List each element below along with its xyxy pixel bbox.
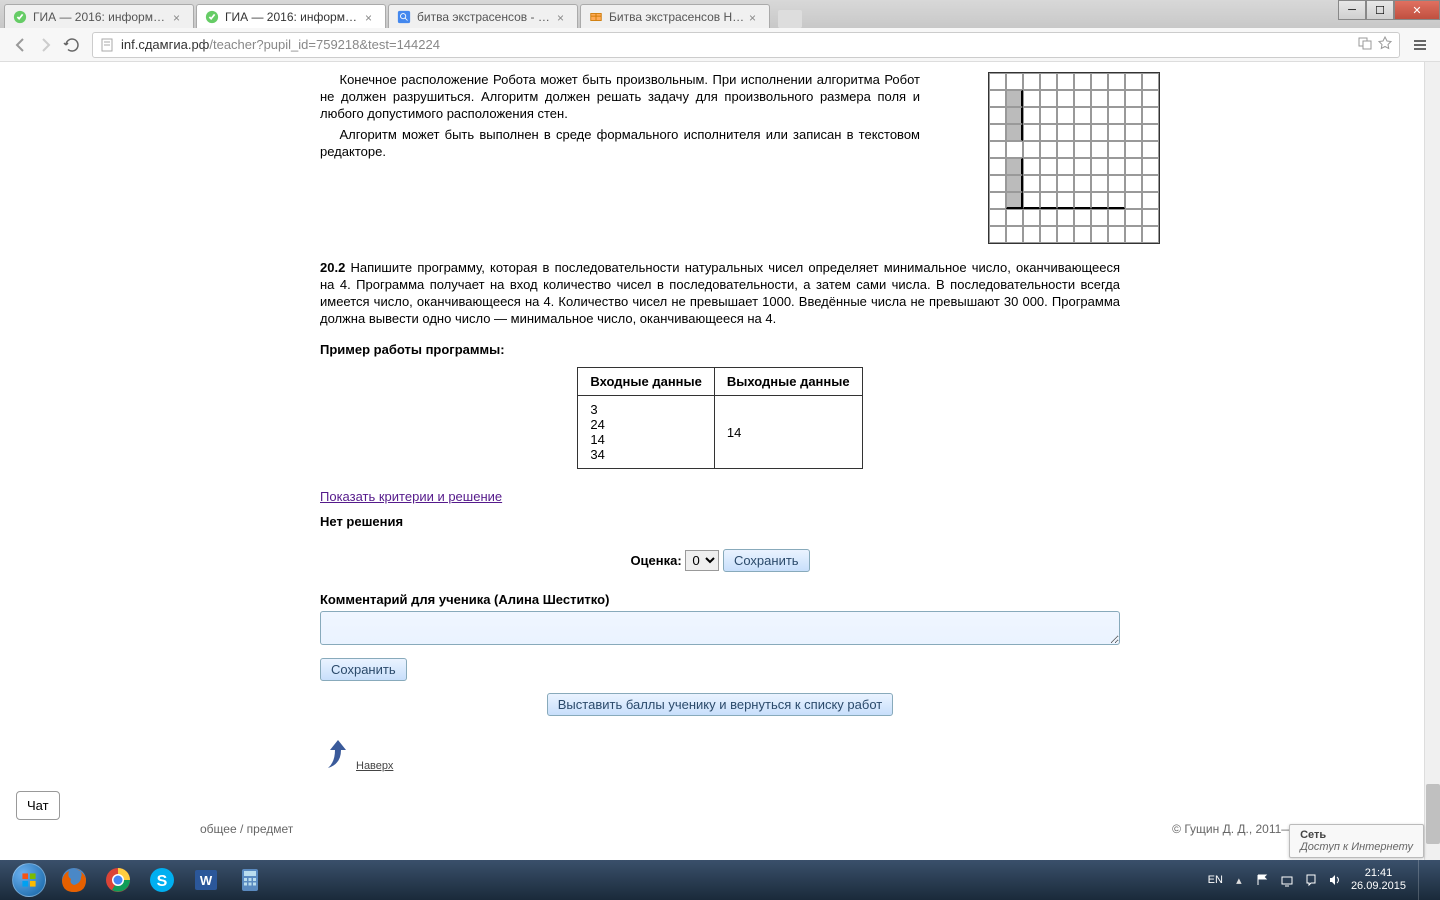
close-icon[interactable]: × [749, 11, 761, 23]
browser-tab-1[interactable]: ГИА — 2016: информати × [4, 4, 194, 28]
svg-text:W: W [200, 873, 213, 888]
tab-title: Битва экстрасенсов Нов [609, 10, 745, 24]
skype-icon[interactable]: S [141, 863, 183, 897]
clock-date: 26.09.2015 [1351, 880, 1406, 893]
calculator-icon[interactable] [229, 863, 271, 897]
footer-general-link[interactable]: общее [200, 822, 237, 836]
submit-row: Выставить баллы ученику и вернуться к сп… [320, 693, 1120, 716]
footer-subject-link[interactable]: предмет [247, 822, 294, 836]
tab-title: ГИА — 2016: информати [33, 10, 169, 24]
browser-tab-4[interactable]: Битва экстрасенсов Нов × [580, 4, 770, 28]
table-icon [589, 10, 603, 24]
show-desktop-button[interactable] [1418, 860, 1428, 900]
top-link-text[interactable]: Наверх [356, 760, 393, 772]
network-title: Сеть [1300, 829, 1413, 841]
flag-icon[interactable] [1255, 872, 1271, 888]
url-actions [1357, 35, 1393, 54]
tab-title: битва экстрасенсов - 235 [417, 10, 553, 24]
to-top-link[interactable]: Наверх [320, 736, 1120, 772]
up-arrow-icon [320, 736, 356, 772]
close-icon[interactable]: × [173, 11, 185, 23]
example-header-out: Выходные данные [714, 368, 862, 396]
checkmark-icon [13, 10, 27, 24]
word-icon[interactable]: W [185, 863, 227, 897]
criteria-link-row: Показать критерии и решение [320, 489, 1120, 504]
network-text: Доступ к Интернету [1300, 841, 1413, 853]
system-tray: EN ▴ 21:41 26.09.2015 [1208, 860, 1434, 900]
star-icon[interactable] [1377, 35, 1393, 54]
back-button[interactable] [8, 33, 32, 57]
score-label: Оценка: [630, 553, 681, 568]
browser-tabs-bar: ГИА — 2016: информати × ГИА — 2016: инфо… [0, 0, 1440, 28]
comment-textarea[interactable] [320, 611, 1120, 645]
windows-logo-icon [12, 863, 46, 897]
save-comment-row: Сохранить [320, 658, 1120, 681]
task-20-2: 20.2 На­пи­ши­те про­грам­му, которая в … [320, 260, 1120, 328]
task-paragraph-1: Конечное расположение Робота может быть … [320, 72, 920, 123]
page-icon [99, 37, 115, 53]
task-number: 20.2 [320, 260, 345, 275]
action-center-icon[interactable] [1303, 872, 1319, 888]
taskbar: S W EN ▴ 21:41 26.09.2015 [0, 860, 1440, 900]
scrollbar-thumb[interactable] [1426, 784, 1440, 844]
browser-nav-bar: inf.сдамгиа.рф/teacher?pupil_id=759218&t… [0, 28, 1440, 62]
browser-tab-3[interactable]: битва экстрасенсов - 235 × [388, 4, 578, 28]
task-paragraph-2: Алгоритм может быть выполнен в среде фор… [320, 127, 920, 161]
close-icon[interactable]: × [365, 11, 377, 23]
language-indicator[interactable]: EN [1208, 874, 1223, 886]
translate-icon[interactable] [1357, 35, 1373, 54]
score-row: Оценка: 0 Сохранить [320, 549, 1120, 572]
no-solution-label: Нет решения [320, 514, 1120, 529]
url-bar[interactable]: inf.сдамгиа.рф/teacher?pupil_id=759218&t… [92, 32, 1400, 58]
tab-title: ГИА — 2016: информати [225, 10, 361, 24]
window-controls: ─ ☐ ✕ [1338, 0, 1440, 20]
chat-button[interactable]: Чат [16, 791, 60, 820]
checkmark-icon [205, 10, 219, 24]
show-criteria-link[interactable]: Показать критерии и решение [320, 489, 502, 504]
robot-grid [988, 72, 1160, 244]
menu-button[interactable] [1408, 33, 1432, 57]
firefox-icon[interactable] [53, 863, 95, 897]
scrollbar[interactable] [1424, 62, 1440, 860]
window-close-button[interactable]: ✕ [1394, 0, 1440, 20]
browser-tab-2[interactable]: ГИА — 2016: информати × [196, 4, 386, 28]
footer-left: общее / предмет [200, 822, 293, 836]
example-output-cell: 14 [714, 396, 862, 469]
start-button[interactable] [6, 861, 52, 899]
submit-scores-button[interactable]: Выставить баллы ученику и вернуться к сп… [547, 693, 893, 716]
maximize-button[interactable]: ☐ [1366, 0, 1394, 20]
network-popup: Сеть Доступ к Интернету [1289, 824, 1424, 858]
minimize-button[interactable]: ─ [1338, 0, 1366, 20]
reload-button[interactable] [60, 33, 84, 57]
volume-icon[interactable] [1327, 872, 1343, 888]
content: Конечное расположение Робота может быть … [320, 62, 1120, 812]
close-icon[interactable]: × [557, 11, 569, 23]
example-table: Входные данные Выходные данные 3241434 1… [577, 367, 862, 469]
page-body: Конечное расположение Робота может быть … [0, 62, 1440, 860]
page-footer: общее / предмет © Гущин Д. Д., 2011—2015 [0, 812, 1440, 846]
task-202-text: На­пи­ши­те про­грам­му, которая в после… [320, 260, 1120, 326]
save-comment-button[interactable]: Сохранить [320, 658, 407, 681]
network-icon[interactable] [1279, 872, 1295, 888]
clock[interactable]: 21:41 26.09.2015 [1351, 867, 1406, 893]
comment-label: Комментарий для ученика (Алина Шеститко) [320, 592, 1120, 607]
score-select[interactable]: 0 [685, 550, 719, 571]
url-text: inf.сдамгиа.рф/teacher?pupil_id=759218&t… [121, 37, 1357, 52]
search-icon [397, 10, 411, 24]
save-score-button[interactable]: Сохранить [723, 549, 810, 572]
example-header-in: Входные данные [578, 368, 714, 396]
svg-text:S: S [157, 873, 168, 890]
forward-button[interactable] [34, 33, 58, 57]
clock-time: 21:41 [1351, 867, 1406, 880]
chrome-icon[interactable] [97, 863, 139, 897]
example-input-cell: 3241434 [578, 396, 714, 469]
new-tab-button[interactable] [778, 10, 802, 28]
example-title: Пример работы программы: [320, 342, 1120, 357]
tray-chevron-icon[interactable]: ▴ [1231, 872, 1247, 888]
